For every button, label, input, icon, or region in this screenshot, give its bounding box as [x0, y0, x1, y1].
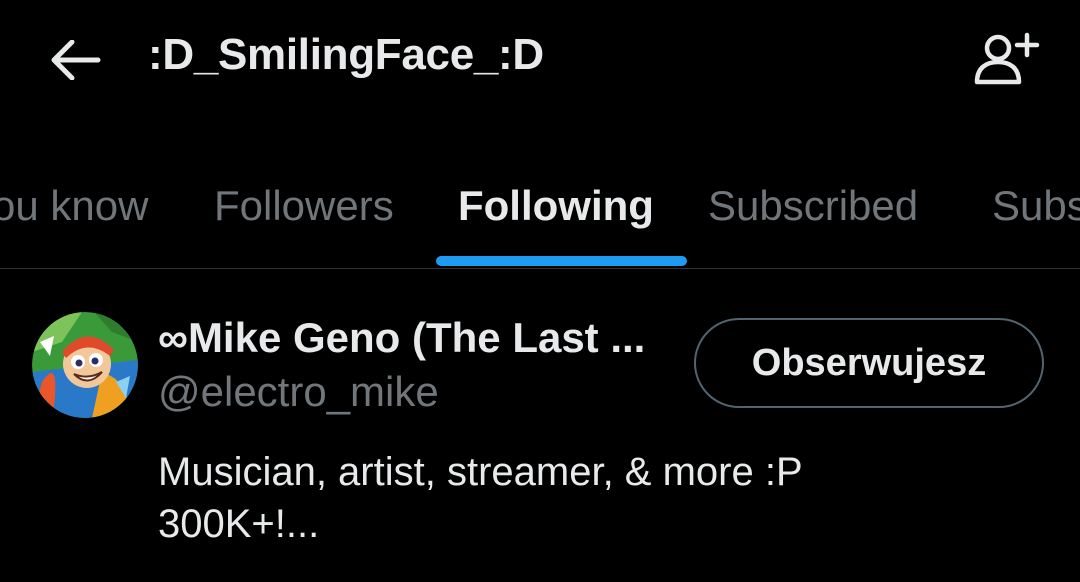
user-bio: Musician, artist, streamer, & more :P 30… — [158, 446, 1038, 550]
arrow-left-icon — [51, 40, 101, 80]
bio-line: 300K+!... — [158, 502, 320, 546]
tab-followers[interactable]: Followers — [214, 182, 394, 230]
avatar-image — [32, 312, 138, 418]
user-handle[interactable]: @electro_mike — [158, 368, 439, 416]
bio-line: Musician, artist, streamer, & more :P — [158, 450, 803, 494]
tab-following[interactable]: Following — [458, 182, 654, 230]
tab-subscriptions[interactable]: Subs — [992, 182, 1080, 230]
back-button[interactable] — [46, 32, 106, 88]
avatar[interactable] — [32, 312, 138, 418]
tab-bar: ou know Followers Following Subscribed S… — [0, 160, 1080, 269]
add-user-button[interactable] — [972, 30, 1042, 88]
person-plus-icon — [974, 32, 1040, 85]
user-display-name[interactable]: ∞Mike Geno (The Last ... — [158, 314, 678, 362]
active-tab-indicator — [436, 256, 687, 266]
page-title: :D_SmilingFace_:D — [148, 30, 544, 79]
following-button[interactable]: Obserwujesz — [694, 318, 1044, 408]
tab-you-know[interactable]: ou know — [0, 182, 148, 230]
top-bar: :D_SmilingFace_:D — [0, 0, 1080, 120]
list-item[interactable]: ∞Mike Geno (The Last ... @electro_mike O… — [0, 268, 1080, 582]
tab-subscribed[interactable]: Subscribed — [708, 182, 918, 230]
